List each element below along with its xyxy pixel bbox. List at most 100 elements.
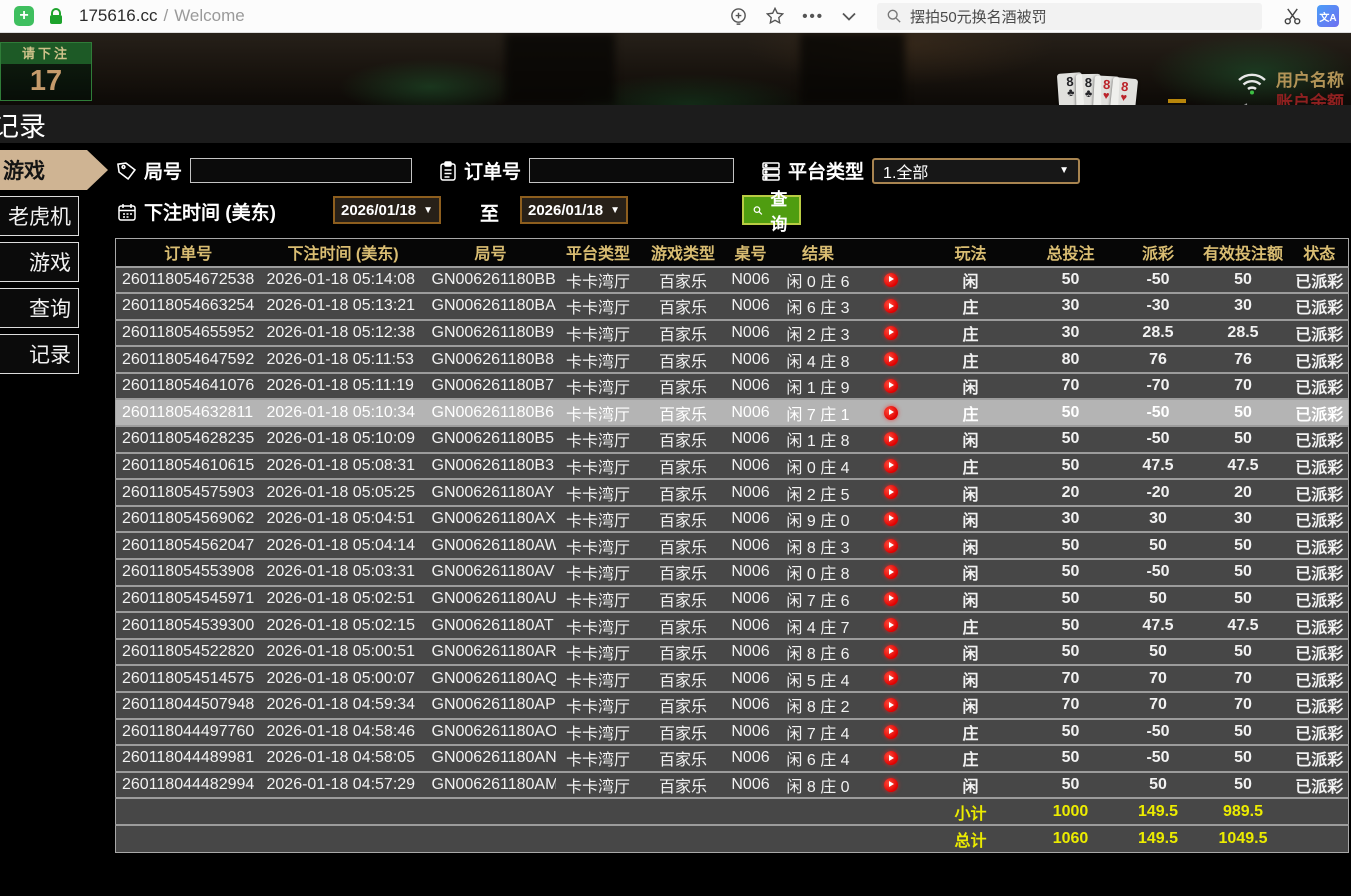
cell-total-bet: 50: [1021, 559, 1121, 586]
cell-replay: [861, 320, 921, 347]
platform-select[interactable]: 1.全部 ▼: [872, 158, 1080, 184]
table-row[interactable]: 260118054569062 2026-01-18 05:04:51 GN00…: [116, 506, 1349, 533]
table-row[interactable]: 260118054610615 2026-01-18 05:08:31 GN00…: [116, 453, 1349, 480]
cell-total-bet: 30: [1021, 320, 1121, 347]
play-icon[interactable]: [884, 592, 898, 606]
lock-icon[interactable]: [49, 8, 63, 25]
table-row[interactable]: 260118044489981 2026-01-18 04:58:05 GN00…: [116, 745, 1349, 772]
countdown-timer: 17: [1, 64, 91, 100]
collect-icon[interactable]: [729, 7, 748, 26]
date-to-picker[interactable]: 2026/01/18▼: [520, 196, 628, 224]
cell-bet-time: 2026-01-18 04:58:46: [261, 719, 426, 746]
play-icon[interactable]: [884, 539, 898, 553]
sidebar-item-query[interactable]: 查询: [0, 288, 79, 328]
play-icon[interactable]: [884, 485, 898, 499]
table-row[interactable]: 260118054672538 2026-01-18 05:14:08 GN00…: [116, 267, 1349, 294]
play-icon[interactable]: [884, 326, 898, 340]
cell-game-type: 百家乐: [641, 639, 726, 666]
chevron-down-icon[interactable]: [842, 12, 856, 21]
cell-valid-bet: 50: [1196, 559, 1291, 586]
table-row[interactable]: 260118054655952 2026-01-18 05:12:38 GN00…: [116, 320, 1349, 347]
sidebar-item-records[interactable]: 记录: [0, 334, 79, 374]
table-row[interactable]: 260118044507948 2026-01-18 04:59:34 GN00…: [116, 692, 1349, 719]
order-input[interactable]: [529, 158, 734, 183]
chevron-down-icon: ▼: [1059, 165, 1069, 176]
table-row[interactable]: 260118054641076 2026-01-18 05:11:19 GN00…: [116, 373, 1349, 400]
cell-total-bet: 30: [1021, 506, 1121, 533]
cell-play-type: 闲: [921, 772, 1021, 799]
cell-round-number: GN006261180AO: [426, 719, 556, 746]
sidebar-item-slots[interactable]: 老虎机: [0, 196, 79, 236]
play-icon[interactable]: [884, 352, 898, 366]
table-row[interactable]: 260118044482994 2026-01-18 04:57:29 GN00…: [116, 772, 1349, 799]
cell-play-type: 闲: [921, 426, 1021, 453]
cell-valid-bet: 50: [1196, 745, 1291, 772]
table-row[interactable]: 260118054539300 2026-01-18 05:02:15 GN00…: [116, 612, 1349, 639]
search-query: 摆拍50元换名酒被罚: [910, 6, 1047, 27]
round-input[interactable]: [190, 158, 412, 183]
cell-round-number: GN006261180AQ: [426, 665, 556, 692]
table-row[interactable]: 260118054553908 2026-01-18 05:03:31 GN00…: [116, 559, 1349, 586]
cell-table-number: N006: [726, 479, 776, 506]
cell-bet-time: 2026-01-18 05:02:51: [261, 586, 426, 613]
sidebar-item-games[interactable]: 游戏: [0, 150, 108, 190]
table-row[interactable]: 260118054575903 2026-01-18 05:05:25 GN00…: [116, 479, 1349, 506]
play-icon[interactable]: [884, 751, 898, 765]
play-icon[interactable]: [884, 406, 898, 420]
more-icon[interactable]: •••: [802, 8, 824, 25]
cell-replay: [861, 346, 921, 373]
play-icon[interactable]: [884, 512, 898, 526]
cell-platform: 卡卡湾厅: [556, 665, 641, 692]
cell-result: 闲 6 庄 3: [776, 293, 861, 320]
play-icon[interactable]: [884, 379, 898, 393]
total-valid: 1049.5: [1196, 825, 1291, 852]
cell-order-number: 260118054655952: [116, 320, 261, 347]
play-icon[interactable]: [884, 725, 898, 739]
cell-platform: 卡卡湾厅: [556, 559, 641, 586]
play-icon[interactable]: [884, 299, 898, 313]
search-box[interactable]: 摆拍50元换名酒被罚: [877, 3, 1262, 30]
cell-status: 已派彩: [1291, 586, 1349, 613]
cell-total-bet: 50: [1021, 772, 1121, 799]
cell-total-bet: 50: [1021, 453, 1121, 480]
date-from-picker[interactable]: 2026/01/18▼: [333, 196, 441, 224]
table-row[interactable]: 260118044497760 2026-01-18 04:58:46 GN00…: [116, 719, 1349, 746]
adblock-shield-icon[interactable]: +: [14, 6, 34, 26]
play-icon[interactable]: [884, 459, 898, 473]
star-icon[interactable]: [766, 7, 784, 25]
translate-icon[interactable]: 文A: [1317, 5, 1339, 27]
cell-game-type: 百家乐: [641, 692, 726, 719]
table-row[interactable]: 260118054663254 2026-01-18 05:13:21 GN00…: [116, 293, 1349, 320]
play-icon[interactable]: [884, 432, 898, 446]
play-icon[interactable]: [884, 273, 898, 287]
url-host[interactable]: 175616.cc: [79, 6, 157, 26]
cell-payout: 47.5: [1121, 612, 1196, 639]
play-icon[interactable]: [884, 698, 898, 712]
play-icon[interactable]: [884, 778, 898, 792]
bet-status-widget: 请下注 17: [0, 42, 92, 101]
cell-order-number: 260118054562047: [116, 532, 261, 559]
table-row[interactable]: 260118054562047 2026-01-18 05:04:14 GN00…: [116, 532, 1349, 559]
play-icon[interactable]: [884, 565, 898, 579]
cell-valid-bet: 50: [1196, 399, 1291, 426]
table-row[interactable]: 260118054628235 2026-01-18 05:10:09 GN00…: [116, 426, 1349, 453]
cell-round-number: GN006261180B5: [426, 426, 556, 453]
cell-bet-time: 2026-01-18 05:11:19: [261, 373, 426, 400]
table-row[interactable]: 260118054545971 2026-01-18 05:02:51 GN00…: [116, 586, 1349, 613]
query-button[interactable]: 查询: [742, 195, 801, 225]
cell-result: 闲 4 庄 8: [776, 346, 861, 373]
table-row[interactable]: 260118054522820 2026-01-18 05:00:51 GN00…: [116, 639, 1349, 666]
table-row[interactable]: 260118054647592 2026-01-18 05:11:53 GN00…: [116, 346, 1349, 373]
cell-play-type: 闲: [921, 665, 1021, 692]
play-icon[interactable]: [884, 645, 898, 659]
scissors-icon[interactable]: [1283, 7, 1302, 26]
cell-table-number: N006: [726, 399, 776, 426]
play-icon[interactable]: [884, 618, 898, 632]
cell-platform: 卡卡湾厅: [556, 373, 641, 400]
play-icon[interactable]: [884, 671, 898, 685]
table-row[interactable]: 260118054632811 2026-01-18 05:10:34 GN00…: [116, 399, 1349, 426]
sidebar-item-games-2[interactable]: 游戏: [0, 242, 79, 282]
cell-total-bet: 70: [1021, 692, 1121, 719]
cell-platform: 卡卡湾厅: [556, 479, 641, 506]
table-row[interactable]: 260118054514575 2026-01-18 05:00:07 GN00…: [116, 665, 1349, 692]
